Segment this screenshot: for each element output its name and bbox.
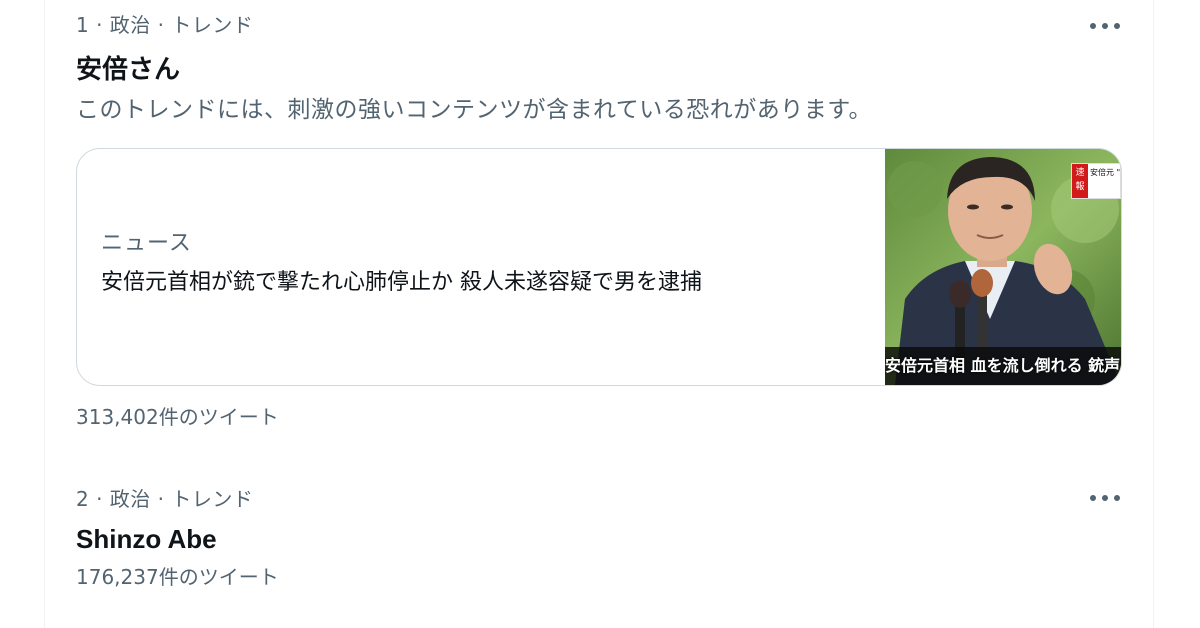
trend-meta: 1 · 政治 · トレンド xyxy=(76,13,254,37)
thumbnail-caption: 安倍元首相 血を流し倒れる 銃声のよ xyxy=(885,347,1121,385)
breaking-badge-label: 速報 xyxy=(1072,164,1088,198)
breaking-badge-text: 安倍元 "銃声の xyxy=(1090,168,1120,177)
trend-tweet-count: 176,237件のツイート xyxy=(76,565,279,589)
trend-meta: 2 · 政治 · トレンド xyxy=(76,487,254,511)
trend-tweet-count: 313,402件のツイート xyxy=(76,405,279,429)
trend-warning: このトレンドには、刺激の強いコンテンツが含まれている恐れがあります。 xyxy=(76,97,873,123)
news-thumbnail[interactable]: 速報 安倍元 "銃声の 安倍元首相 血を流し倒れる 銃声のよ xyxy=(885,149,1121,385)
news-card-label: ニュース xyxy=(101,231,192,256)
more-options-icon[interactable] xyxy=(1090,20,1120,32)
breaking-news-badge: 速報 安倍元 "銃声の xyxy=(1071,163,1121,199)
trend-title[interactable]: 安倍さん xyxy=(76,52,1126,86)
trend-title[interactable]: Shinzo Abe xyxy=(76,522,1126,556)
trend-item-2[interactable]: 2 · 政治 · トレンド Shinzo Abe 176,237件のツイート xyxy=(76,486,1126,590)
news-card-text: ニュース 安倍元首相が銃で撃たれ心肺停止か 殺人未遂容疑で男を逮捕 xyxy=(101,229,702,299)
trend-item-1[interactable]: 1 · 政治 · トレンド 安倍さん このトレンドには、刺激の強いコンテンツが含… xyxy=(76,12,1126,126)
news-card-headline[interactable]: 安倍元首相が銃で撃たれ心肺停止か 殺人未遂容疑で男を逮捕 xyxy=(101,267,702,299)
news-card[interactable]: ニュース 安倍元首相が銃で撃たれ心肺停止か 殺人未遂容疑で男を逮捕 速報 安倍元… xyxy=(76,148,1122,386)
more-options-icon[interactable] xyxy=(1090,492,1120,504)
